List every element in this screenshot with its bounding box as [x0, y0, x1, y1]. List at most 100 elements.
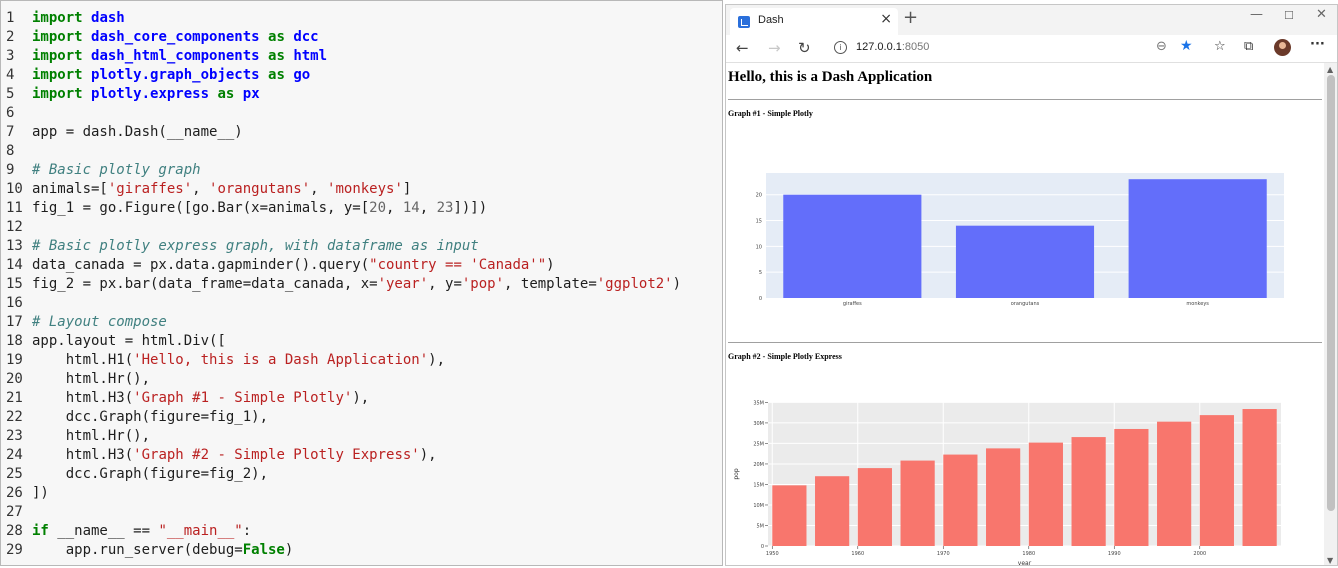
more-options-icon[interactable]: ··· [1310, 37, 1325, 52]
new-tab-button[interactable]: + [903, 8, 918, 28]
code-token: "__main__" [158, 523, 243, 539]
line-number: 24 [6, 447, 23, 463]
page-viewport: Hello, this is a Dash Application Graph … [726, 63, 1324, 566]
line-number: 2 [6, 29, 15, 45]
line-number: 22 [6, 409, 23, 425]
line-number: 27 [6, 504, 23, 520]
vertical-scrollbar[interactable]: ▲ ▼ [1324, 63, 1337, 565]
code-token: import [32, 86, 83, 102]
url-host: 127.0.0.1 [856, 41, 902, 53]
y-tick-label: 10M [753, 503, 764, 509]
close-window-button[interactable]: ✕ [1316, 7, 1327, 22]
line-number: 10 [6, 181, 23, 197]
code-token: as [217, 86, 235, 102]
scroll-down-arrow-icon[interactable]: ▼ [1327, 556, 1333, 565]
line-number: 14 [6, 257, 23, 273]
code-token: __name__ == [48, 523, 159, 539]
code-token: plotly.graph_objects [91, 67, 260, 83]
code-line: 5 import plotly.express as px [6, 85, 681, 104]
code-token: 'year' [377, 276, 429, 292]
bar [986, 448, 1021, 546]
line-number: 9 [6, 162, 15, 178]
code-line: 2 import dash_core_components as dcc [6, 28, 681, 47]
minimize-button[interactable]: — [1250, 7, 1263, 22]
tab-close-icon[interactable]: × [880, 11, 892, 27]
bar [857, 468, 892, 546]
browser-window: Dash × + — ☐ ✕ ← → ↻ i 127.0.0.1:8050 ⊖ … [725, 4, 1338, 566]
x-tick-label: 1980 [1022, 551, 1035, 557]
y-tick-label: 35M [753, 400, 764, 406]
graph-1-bar-chart[interactable]: 0 5 10 15 20 giraffes orangutans monkeys [726, 123, 1324, 338]
code-line: 1 import dash [6, 9, 681, 28]
url-text[interactable]: 127.0.0.1:8050 [856, 41, 929, 53]
graph-1-heading: Graph #1 - Simple Plotly [728, 109, 813, 118]
code-token: 14 [402, 200, 420, 216]
code-line: 6 [6, 104, 681, 123]
maximize-button[interactable]: ☐ [1284, 9, 1294, 22]
collections-icon[interactable]: ⧉ [1244, 39, 1253, 54]
code-token: if [32, 523, 49, 539]
code-line: 16 [6, 294, 681, 313]
code-token: # Basic plotly graph [32, 162, 201, 178]
x-tick-label: 1970 [937, 551, 950, 557]
zoom-out-icon[interactable]: ⊖ [1156, 39, 1167, 54]
code-token: , [192, 181, 210, 197]
code-token: 'Hello, this is a Dash Application' [133, 352, 429, 368]
code-token: , [386, 200, 403, 216]
code-line: 27 [6, 503, 681, 522]
refresh-button[interactable]: ↻ [798, 38, 811, 58]
y-axis-label: pop [733, 468, 740, 479]
site-info-icon[interactable]: i [834, 41, 847, 54]
code-token: as [268, 48, 285, 64]
code-token: dcc [293, 29, 319, 45]
graph-2-heading: Graph #2 - Simple Plotly Express [728, 352, 842, 361]
favorites-bar-icon[interactable]: ☆ [1214, 39, 1226, 54]
line-number: 15 [6, 276, 23, 292]
code-token: ]) [32, 485, 49, 501]
y-tick-label: 0 [759, 296, 762, 302]
code-token: # Layout compose [32, 314, 167, 330]
code-token: 'Graph #2 - Simple Plotly Express' [133, 447, 420, 463]
code-token: px [242, 86, 260, 102]
code-editor[interactable]: 1 import dash 2 import dash_core_components… [0, 0, 723, 566]
bar [900, 460, 935, 546]
code-line: 8 [6, 142, 681, 161]
profile-avatar[interactable] [1274, 39, 1291, 56]
code-token: dash [91, 10, 125, 26]
y-tick-label: 15 [756, 219, 762, 225]
code-token: ), [428, 352, 446, 368]
y-tick-label: 30M [753, 421, 764, 427]
tab-dash[interactable]: Dash × [730, 8, 898, 35]
code-token: import [32, 29, 83, 45]
divider [728, 99, 1322, 100]
code-line: 14 data_canada = px.data.gapminder().quer… [6, 256, 681, 275]
code-token: 'ggplot2' [596, 276, 673, 292]
code-token: , template= [504, 276, 597, 292]
code-token: as [268, 67, 285, 83]
code-token: import [32, 67, 83, 83]
back-button[interactable]: ← [736, 38, 749, 58]
code-token: False [242, 542, 285, 558]
favorite-star-icon[interactable]: ★ [1180, 38, 1193, 54]
address-bar[interactable]: i 127.0.0.1:8050 ⊖ ★ [824, 37, 1198, 59]
code-token: , y= [428, 276, 462, 292]
code-token: ), [419, 447, 437, 463]
url-port: :8050 [901, 41, 930, 53]
scroll-up-arrow-icon[interactable]: ▲ [1327, 65, 1333, 74]
code-line: 18 app.layout = html.Div([ [6, 332, 681, 351]
forward-button[interactable]: → [768, 38, 781, 58]
code-token: html.H1( [32, 352, 134, 368]
navigation-bar: ← → ↻ i 127.0.0.1:8050 ⊖ ★ ☆ ⧉ ··· [726, 35, 1337, 63]
bar [1028, 442, 1063, 546]
code-token: , [419, 200, 437, 216]
scrollbar-thumb[interactable] [1327, 75, 1335, 511]
line-number: 3 [6, 48, 15, 64]
code-token: ] [402, 181, 412, 197]
code-line: 3 import dash_html_components as html [6, 47, 681, 66]
code-token: 23 [436, 200, 454, 216]
code-token: html [293, 48, 328, 64]
graph-2-bar-chart[interactable]: 0 5M 10M 15M 20M 25M 30M 35M 1950 1960 1970 1980 199… [726, 367, 1324, 566]
